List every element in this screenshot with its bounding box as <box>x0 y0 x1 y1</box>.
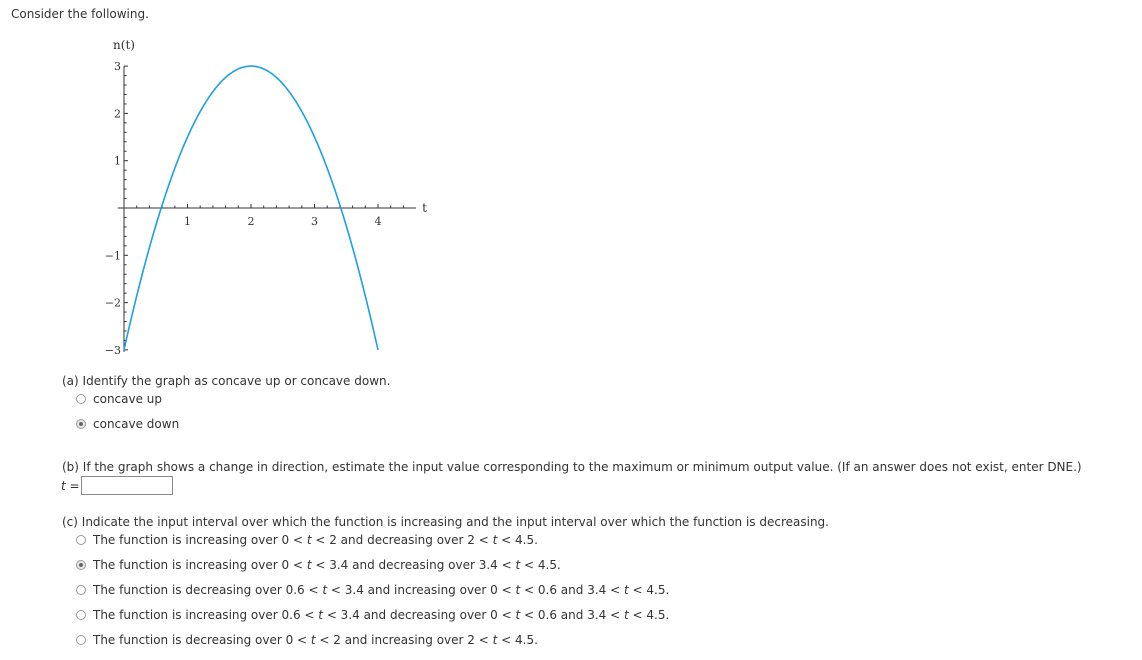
part-b-question: (b) If the graph shows a change in direc… <box>62 460 1082 474</box>
option-concave-down[interactable]: concave down <box>76 417 179 431</box>
option-label: The function is decreasing over 0 < t < … <box>93 633 538 647</box>
part-c-option-5[interactable]: The function is decreasing over 0 < t < … <box>76 633 538 647</box>
radio-concave-up[interactable] <box>76 394 86 404</box>
x-tick-label: 2 <box>248 215 255 228</box>
part-a-question: (a) Identify the graph as concave up or … <box>62 374 391 388</box>
x-tick-label: 3 <box>311 215 318 228</box>
option-concave-up[interactable]: concave up <box>76 392 162 406</box>
y-tick-label: 3 <box>114 60 121 73</box>
y-tick-label: 1 <box>114 155 121 168</box>
option-label: The function is increasing over 0 < t < … <box>93 533 538 547</box>
radio-part-c-option-1[interactable] <box>76 535 86 545</box>
option-label: concave down <box>93 417 180 431</box>
radio-concave-down[interactable] <box>76 419 86 429</box>
radio-part-c-option-2[interactable] <box>76 560 86 570</box>
t-answer-input[interactable] <box>81 476 173 495</box>
option-label: The function is decreasing over 0.6 < t … <box>93 583 670 597</box>
radio-part-c-option-5[interactable] <box>76 635 86 645</box>
option-label: concave up <box>93 392 163 406</box>
radio-part-c-option-3[interactable] <box>76 585 86 595</box>
axes <box>117 66 417 352</box>
y-tick-label: −2 <box>105 297 121 310</box>
t-input-label: t = <box>61 479 80 493</box>
radio-part-c-option-4[interactable] <box>76 610 86 620</box>
option-label: The function is increasing over 0.6 < t … <box>93 608 670 622</box>
part-c-option-2[interactable]: The function is increasing over 0 < t < … <box>76 558 561 572</box>
x-tick-label: 1 <box>184 215 191 228</box>
part-c-option-4[interactable]: The function is increasing over 0.6 < t … <box>76 608 669 622</box>
y-tick-label: −1 <box>105 249 121 262</box>
part-c-option-1[interactable]: The function is increasing over 0 < t < … <box>76 533 538 547</box>
y-tick-label: 2 <box>114 107 121 120</box>
part-c-question: (c) Indicate the input interval over whi… <box>62 515 829 529</box>
y-tick-label: −3 <box>105 344 121 357</box>
x-tick-label: 4 <box>375 215 382 228</box>
y-axis-label: n(t) <box>113 38 135 52</box>
option-label: The function is increasing over 0 < t < … <box>93 558 561 572</box>
part-c-option-3[interactable]: The function is decreasing over 0.6 < t … <box>76 583 669 597</box>
x-axis-label: t <box>422 201 427 215</box>
function-graph: 1 2 3 4 3 2 1 −1 −2 −3 t n(t) <box>105 38 427 357</box>
